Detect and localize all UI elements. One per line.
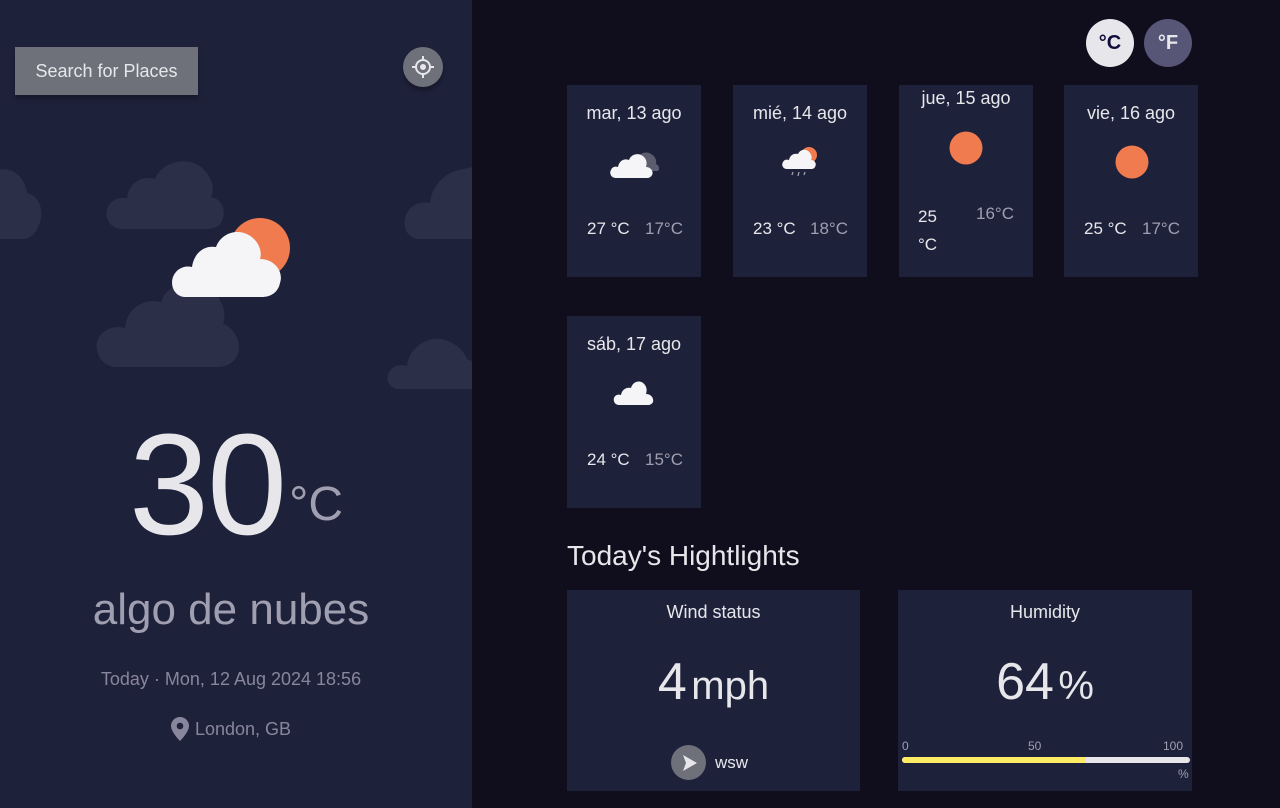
location-name: London, GB <box>194 718 292 739</box>
weather-description: algo de nubes <box>92 585 370 634</box>
sun-cloud-rain-icon <box>782 147 817 177</box>
wind-status-label: Wind status <box>666 602 761 622</box>
sun-icon <box>949 131 983 165</box>
current-location-button[interactable] <box>403 47 443 87</box>
forecast-max: 24 °C <box>587 450 630 469</box>
sidebar: Search for Places 30°C algo de nubes Tod… <box>0 0 472 808</box>
temperature-value: 30 <box>128 404 287 565</box>
humidity-scale-mid: 50 <box>1028 739 1042 753</box>
wind-direction: wsw <box>671 745 748 780</box>
forecast-min: 17°C <box>1142 219 1180 238</box>
forecast-card: vie, 16 ago 25 °C 17°C <box>1064 85 1198 277</box>
location: London, GB <box>0 717 462 741</box>
wind-direction-text: wsw <box>715 752 749 772</box>
sun-icon <box>1115 145 1149 179</box>
temperature-unit: °C <box>289 478 344 531</box>
wind-speed: 4 mph <box>567 652 860 712</box>
current-temperature: 30°C <box>0 405 472 565</box>
humidity-scale-max: 100 <box>1163 739 1184 753</box>
humidity-value: 64 <box>996 653 1054 711</box>
forecast-date: mar, 13 ago <box>586 103 682 123</box>
wind-speed-unit: mph <box>691 664 770 708</box>
humidity-unit: % <box>1058 664 1094 708</box>
forecast-card: jue, 15 ago 25 °C 16°C <box>899 85 1033 277</box>
navigation-arrow-icon <box>671 745 706 780</box>
forecast-date: jue, 15 ago <box>921 88 1011 108</box>
cloud-icon <box>613 381 654 405</box>
search-places-button[interactable]: Search for Places <box>15 47 198 95</box>
forecast-date: sáb, 17 ago <box>586 334 682 354</box>
background-cloud-icon <box>404 167 472 239</box>
humidity-progress-bar <box>902 757 1190 763</box>
forecast-max: 25 °C <box>918 207 938 254</box>
forecast-card: mié, 14 ago 23 °C 18°C <box>733 85 867 277</box>
forecast-max: 27 °C <box>587 219 630 238</box>
wind-speed-value: 4 <box>657 653 687 711</box>
humidity-scale-min: 0 <box>902 739 909 753</box>
forecast-min: 18°C <box>810 219 848 238</box>
forecast-min: 15°C <box>645 450 683 469</box>
humidity-label: Humidity <box>1009 602 1080 622</box>
sun-behind-cloud-icon <box>172 218 290 297</box>
forecast-card: sáb, 17 ago 24 °C 15°C <box>567 316 701 508</box>
highlights-title: Today's Hightlights <box>567 540 800 571</box>
overcast-clouds-icon <box>610 152 659 178</box>
fahrenheit-button[interactable]: °F <box>1144 19 1192 67</box>
forecast-date: vie, 16 ago <box>1086 103 1176 123</box>
forecast-max: 25 °C <box>1084 219 1127 238</box>
forecast-date: mié, 14 ago <box>752 103 848 123</box>
forecast-max: 23 °C <box>753 219 796 238</box>
map-pin-icon <box>170 717 189 741</box>
background-cloud-icon <box>0 169 42 239</box>
humidity-scale-unit: % <box>1178 767 1189 781</box>
humidity-progress-fill <box>902 757 1087 763</box>
forecast-card: mar, 13 ago 27 °C 17°C <box>567 85 701 277</box>
celsius-button[interactable]: °C <box>1086 19 1134 67</box>
current-date: Today · Mon, 12 Aug 2024 18:56 <box>100 669 362 689</box>
forecast-min: 16°C <box>976 204 1014 223</box>
crosshair-icon <box>412 56 434 78</box>
background-cloud-icon <box>387 338 472 389</box>
humidity-value-row: 64 % <box>898 652 1192 712</box>
forecast-min: 17°C <box>645 219 683 238</box>
